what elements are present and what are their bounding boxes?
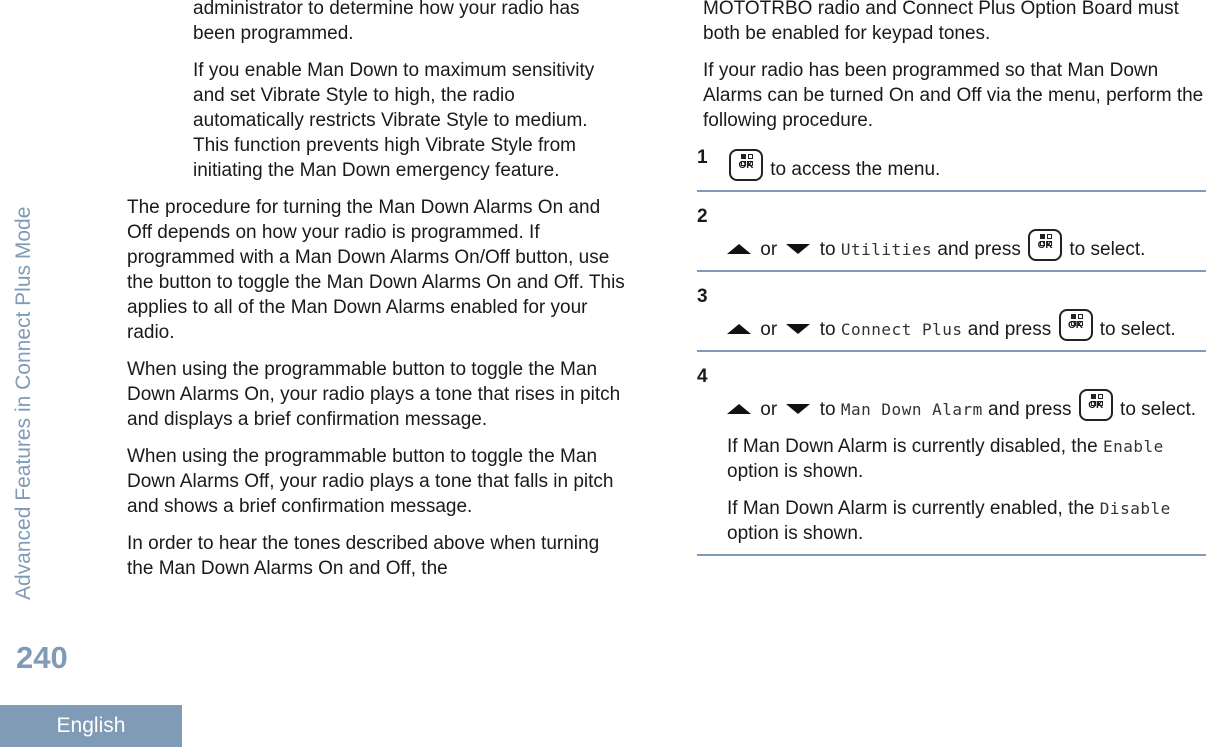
para-tones: In order to hear the tones described abo…: [127, 533, 600, 579]
step-1: 1 OK to access the menu.: [697, 145, 1206, 192]
option-disable: Disable: [1099, 499, 1171, 518]
para-toggle-on: When using the programmable button to to…: [127, 359, 621, 430]
step-3: 3 or to Connect Plus and press OK to sel…: [697, 272, 1206, 352]
left-column: administrator to determine how your radi…: [127, 0, 627, 593]
down-arrow-icon: [786, 244, 811, 254]
para-keypad-tones: MOTOTRBO radio and Connect Plus Option B…: [703, 0, 1179, 44]
step-4: 4 or to Man Down Alarm and press OK to s…: [697, 352, 1206, 556]
option-enable: Enable: [1102, 437, 1164, 456]
para-toggle-off: When using the programmable button to to…: [127, 446, 614, 517]
result-enabled: If Man Down Alarm is currently enabled, …: [727, 498, 1171, 544]
section-title: Advanced Features in Connect Plus Mode: [12, 206, 35, 600]
ok-menu-key-icon: OK: [729, 149, 763, 181]
down-arrow-icon: [786, 404, 811, 414]
and-press-text: and press: [937, 239, 1021, 260]
ok-menu-key-icon: OK: [1078, 389, 1113, 421]
to-text: to: [819, 399, 836, 420]
step-text: to select.: [1099, 319, 1176, 340]
step-text: to select.: [1069, 239, 1146, 260]
up-arrow-icon: [727, 404, 751, 414]
language-tab: English: [0, 705, 182, 747]
para-procedure: The procedure for turning the Man Down A…: [127, 197, 625, 343]
to-text: to: [819, 319, 836, 340]
and-press-text: and press: [967, 319, 1052, 340]
menu-item-utilities: Utilities: [840, 240, 933, 259]
note-vibrate-style: If you enable Man Down to maximum sensit…: [193, 60, 595, 181]
result-disabled: If Man Down Alarm is currently disabled,…: [727, 436, 1164, 482]
and-press-text: and press: [988, 399, 1072, 420]
note-continued: administrator to determine how your radi…: [193, 0, 580, 44]
step-number: 1: [697, 147, 708, 168]
step-2: 2 or to Utilities and press OK to select…: [697, 192, 1206, 272]
to-text: to: [819, 239, 836, 260]
step-number: 2: [697, 206, 708, 227]
menu-item-connect-plus: Connect Plus: [840, 320, 963, 339]
page-number: 240: [16, 640, 68, 675]
menu-item-man-down-alarm: Man Down Alarm: [840, 400, 983, 419]
or-text: or: [760, 399, 778, 420]
down-arrow-icon: [786, 324, 811, 334]
ok-menu-key-icon: OK: [1058, 309, 1093, 341]
up-arrow-icon: [727, 324, 751, 334]
step-number: 4: [697, 366, 708, 387]
step-number: 3: [697, 286, 708, 307]
ok-menu-key-icon: OK: [1028, 229, 1063, 261]
step-text: to select.: [1120, 399, 1197, 420]
right-column: MOTOTRBO radio and Connect Plus Option B…: [697, 0, 1206, 556]
up-arrow-icon: [727, 244, 751, 254]
step-text: to access the menu.: [770, 159, 941, 180]
para-menu-procedure: If your radio has been programmed so tha…: [703, 60, 1204, 131]
or-text: or: [760, 239, 778, 260]
or-text: or: [760, 319, 778, 340]
